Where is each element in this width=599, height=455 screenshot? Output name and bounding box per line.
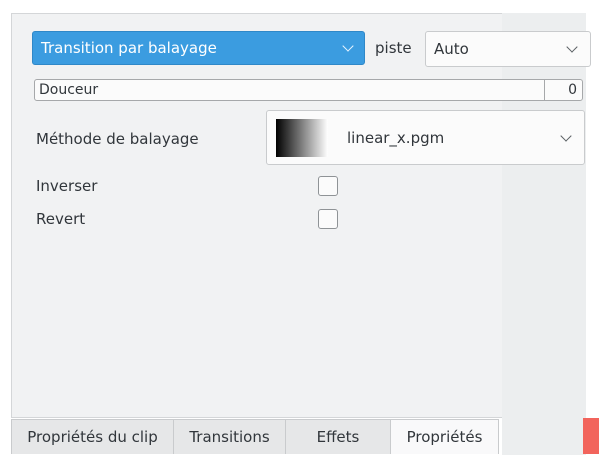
tab-clip-properties[interactable]: Propriétés du clip xyxy=(11,419,174,454)
track-dropdown[interactable]: Auto xyxy=(425,31,591,67)
wipe-method-dropdown[interactable]: linear_x.pgm xyxy=(266,110,585,165)
softness-value[interactable]: 0 xyxy=(568,81,577,99)
bottom-tab-bar: Propriétés du clip Transitions Effets Pr… xyxy=(11,419,586,454)
wipe-method-label: Méthode de balayage xyxy=(36,130,199,148)
transition-type-value: Transition par balayage xyxy=(41,39,217,57)
tab-transitions[interactable]: Transitions xyxy=(173,419,286,454)
revert-label: Revert xyxy=(36,210,86,228)
chevron-down-icon xyxy=(560,130,572,142)
invert-label: Inverser xyxy=(36,177,98,195)
properties-panel xyxy=(11,13,586,418)
tab-properties[interactable]: Propriétés xyxy=(390,419,499,454)
softness-label: Douceur xyxy=(39,82,99,98)
chevron-down-icon xyxy=(566,41,578,53)
revert-checkbox[interactable] xyxy=(318,209,338,229)
wipe-method-value: linear_x.pgm xyxy=(347,129,445,147)
chevron-down-icon xyxy=(342,40,354,52)
track-value: Auto xyxy=(434,40,469,58)
track-label: piste xyxy=(375,39,412,57)
transition-type-dropdown[interactable]: Transition par balayage xyxy=(32,31,365,65)
tab-effects[interactable]: Effets xyxy=(285,419,391,454)
invert-checkbox[interactable] xyxy=(318,176,338,196)
slider-divider xyxy=(544,80,545,100)
gradient-preview-thumbnail xyxy=(276,119,328,157)
softness-slider[interactable]: Douceur 0 xyxy=(34,79,583,101)
edge-marker xyxy=(583,418,599,454)
